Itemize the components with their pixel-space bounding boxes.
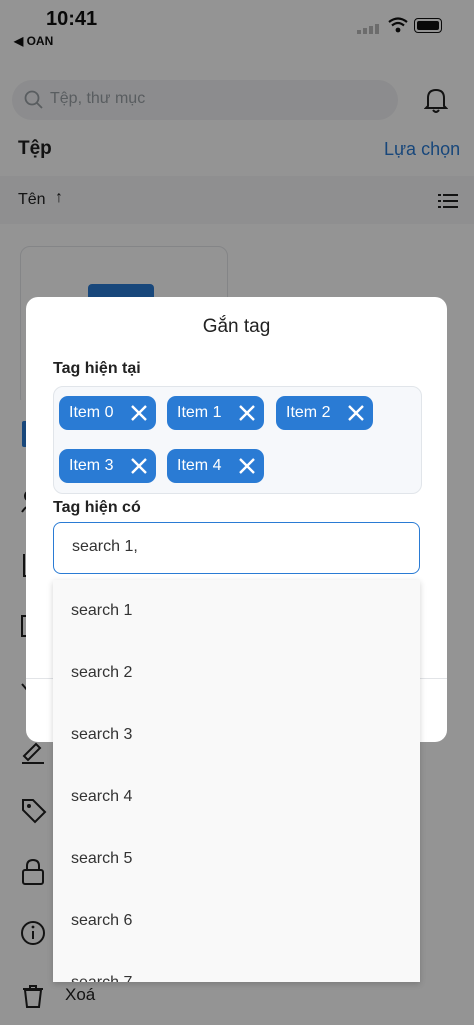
dropdown-option[interactable]: search 2 (53, 642, 420, 704)
dropdown-option-label: search 2 (71, 664, 133, 681)
modal-title: Gắn tag (202, 316, 271, 337)
dropdown-option[interactable]: search 5 (53, 828, 420, 890)
dropdown-option[interactable]: search 6 (53, 890, 420, 952)
close-icon[interactable] (238, 457, 256, 475)
tag-chip-label: Item 1 (177, 404, 222, 421)
dropdown-option-label: search 1 (71, 602, 133, 619)
tag-suggestion-dropdown[interactable]: search 1 search 2 search 3 search 4 sear… (53, 580, 420, 982)
dropdown-option-label: search 7 (71, 974, 132, 982)
current-tags-label: Tag hiện tại (53, 360, 141, 377)
tag-chip[interactable]: Item 0 (59, 396, 156, 430)
dropdown-option[interactable]: search 4 (53, 766, 420, 828)
dropdown-option-label: search 5 (71, 850, 133, 867)
dropdown-option-label: search 4 (71, 788, 133, 805)
dropdown-option[interactable]: search 7 (53, 952, 420, 982)
dropdown-option-label: search 3 (71, 726, 133, 743)
close-icon[interactable] (238, 404, 256, 422)
tag-chip-label: Item 4 (177, 457, 222, 474)
available-tags-label: Tag hiện có (53, 499, 141, 516)
tag-chip[interactable]: Item 1 (167, 396, 264, 430)
tag-chip-label: Item 2 (286, 404, 331, 421)
tag-chip[interactable]: Item 2 (276, 396, 373, 430)
tag-chip-label: Item 0 (69, 404, 114, 421)
dropdown-option[interactable]: search 1 (53, 580, 420, 642)
close-icon[interactable] (347, 404, 365, 422)
tag-chip-label: Item 3 (69, 457, 114, 474)
tag-search-value: search 1, (72, 538, 138, 555)
tag-chip[interactable]: Item 4 (167, 449, 264, 483)
tag-chip[interactable]: Item 3 (59, 449, 156, 483)
dropdown-option-label: search 6 (71, 912, 133, 929)
close-icon[interactable] (130, 404, 148, 422)
close-icon[interactable] (130, 457, 148, 475)
dropdown-option[interactable]: search 3 (53, 704, 420, 766)
